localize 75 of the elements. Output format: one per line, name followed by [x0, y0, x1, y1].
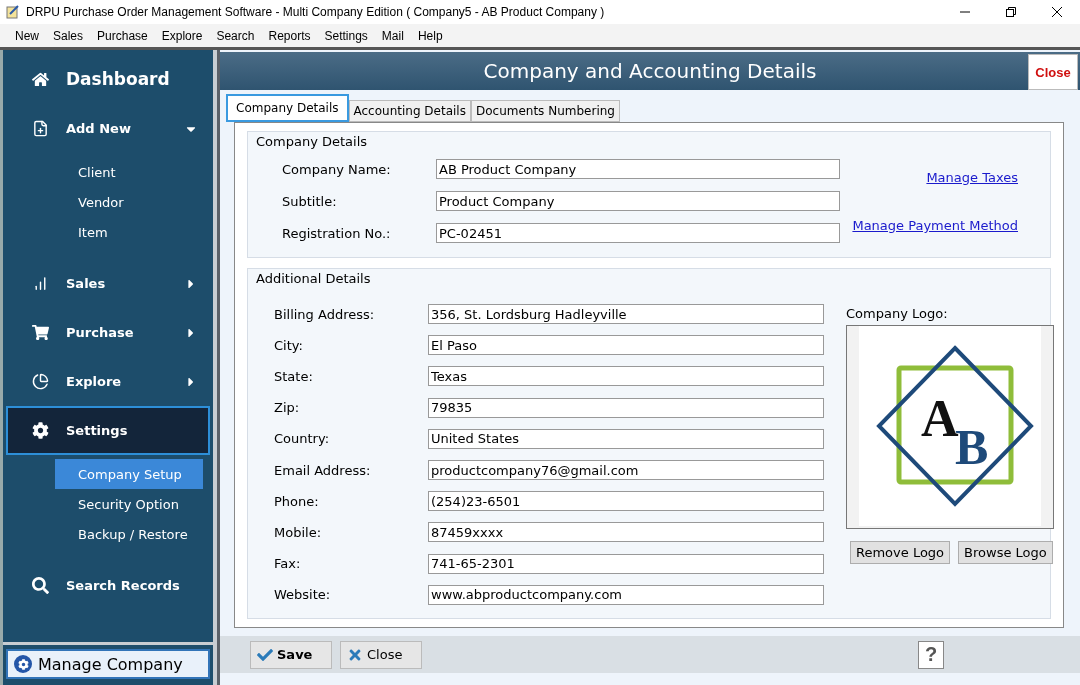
- menu-item[interactable]: Help: [410, 28, 450, 43]
- group-legend: Additional Details: [256, 271, 1042, 287]
- field-label: Website:: [273, 587, 332, 603]
- pie-chart-icon: [32, 373, 49, 390]
- menu-item[interactable]: Settings: [317, 28, 375, 43]
- menu-item[interactable]: Sales: [46, 28, 91, 43]
- sidebar-subitem[interactable]: Company Setup: [55, 459, 203, 489]
- input-field[interactable]: AB Product Company: [436, 159, 840, 180]
- input-field[interactable]: (254)23-6501: [428, 491, 824, 512]
- input-field[interactable]: 356, St. Lordsburg Hadleyville: [428, 304, 824, 325]
- app-icon: [6, 5, 20, 19]
- input-field[interactable]: Texas: [428, 366, 824, 387]
- group-legend: Company Details: [256, 134, 1042, 150]
- menu-item[interactable]: Search: [209, 28, 262, 43]
- sidebar-item[interactable]: Add New: [6, 104, 210, 153]
- sidebar-item[interactable]: Sales: [6, 259, 210, 308]
- menu-item[interactable]: Reports: [261, 28, 318, 43]
- sidebar-subitem[interactable]: Item: [55, 217, 203, 247]
- file-plus-icon: [32, 120, 49, 137]
- gear-icon: [14, 655, 32, 673]
- sidebar-subitem[interactable]: Backup / Restore: [55, 519, 203, 549]
- logo-button[interactable]: Remove Logo: [850, 541, 951, 565]
- link[interactable]: Manage Payment Method: [852, 218, 1018, 233]
- field-label: City:: [273, 337, 304, 353]
- input-field[interactable]: productcompany76@gmail.com: [428, 460, 824, 480]
- sidebar-item[interactable]: Explore: [6, 357, 210, 406]
- sidebar-item[interactable]: Dashboard: [6, 54, 210, 104]
- field-label: Email Address:: [273, 462, 372, 478]
- field-label: Fax:: [273, 556, 302, 572]
- input-field[interactable]: 79835: [428, 397, 824, 418]
- field-label: Country:: [273, 431, 331, 447]
- save-button[interactable]: Save: [250, 640, 332, 669]
- tab[interactable]: Documents Numbering: [470, 100, 620, 123]
- help-button[interactable]: ?: [918, 640, 944, 669]
- field-label: Registration No.:: [281, 226, 392, 241]
- field-label: Zip:: [273, 400, 301, 416]
- logo-button[interactable]: Browse Logo: [958, 541, 1053, 565]
- input-field[interactable]: United States: [428, 428, 824, 449]
- close-button[interactable]: Close: [1028, 54, 1078, 90]
- input-field[interactable]: PC-02451: [436, 223, 840, 244]
- sidebar-subitem[interactable]: Client: [55, 157, 203, 187]
- sidebar-subitem[interactable]: Vendor: [55, 187, 203, 217]
- search-icon: [32, 577, 49, 594]
- close-button[interactable]: Close: [340, 640, 422, 669]
- field-label: Company Name:: [281, 162, 392, 177]
- company-logo: AB: [859, 326, 1041, 527]
- window-title: DRPU Purchase Order Management Software - Multi Company Edition ( Company5 - AB Product Company ): [26, 5, 606, 19]
- field-label: Billing Address:: [273, 306, 376, 322]
- input-field[interactable]: Product Company: [436, 191, 840, 212]
- cart-icon: [32, 324, 49, 341]
- sidebar-item[interactable]: Settings: [6, 406, 210, 455]
- field-label: Subtitle:: [281, 194, 338, 209]
- input-field[interactable]: El Paso: [428, 335, 824, 356]
- menu-item[interactable]: Mail: [374, 28, 411, 43]
- home-icon: [32, 70, 49, 88]
- field-label: Mobile:: [273, 524, 323, 540]
- check-icon: [257, 646, 273, 663]
- gear-icon: [32, 422, 49, 439]
- page-title: Company and Accounting Details: [483, 59, 817, 84]
- menu-item[interactable]: Purchase: [90, 28, 155, 43]
- tab[interactable]: Accounting Details: [348, 100, 471, 123]
- sidebar-item[interactable]: Search Records: [6, 561, 210, 610]
- sidebar-subitem[interactable]: Security Option: [55, 489, 203, 519]
- tab[interactable]: Company Details: [226, 94, 349, 123]
- input-field[interactable]: 741-65-2301: [428, 553, 824, 574]
- input-field[interactable]: www.abproductcompany.com: [428, 584, 824, 605]
- menu-item[interactable]: Explore: [154, 28, 210, 43]
- field-label: State:: [273, 368, 314, 384]
- input-field[interactable]: 87459xxxx: [428, 522, 824, 543]
- logo-label: Company Logo:: [846, 306, 949, 322]
- sidebar-item[interactable]: Purchase: [6, 308, 210, 357]
- manage-company-button[interactable]: Manage Company: [6, 649, 210, 679]
- link[interactable]: Manage Taxes: [926, 170, 1018, 185]
- menu-item[interactable]: New: [8, 28, 46, 43]
- field-label: Phone:: [273, 493, 320, 509]
